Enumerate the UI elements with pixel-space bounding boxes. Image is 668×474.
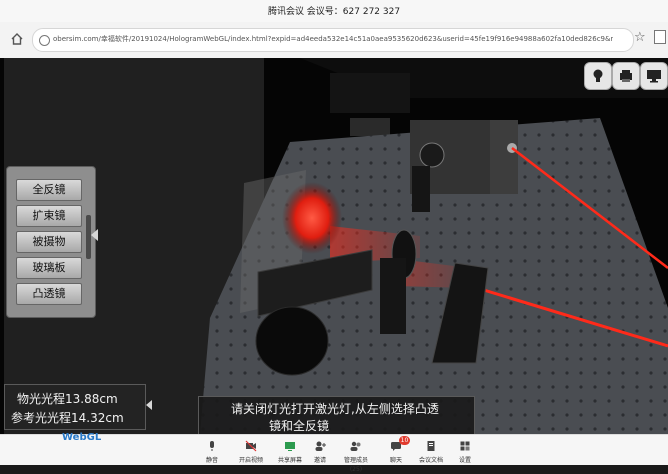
optical-path-info: 物光光程13.88cm 参考光光程14.32cm xyxy=(4,384,146,430)
members-icon xyxy=(350,441,361,451)
monitor-button[interactable] xyxy=(640,62,668,90)
component-beam-expander[interactable]: 扩束镜 xyxy=(16,205,82,227)
site-info-icon[interactable] xyxy=(39,35,50,46)
component-convex-lens[interactable]: 凸透镜 xyxy=(16,283,82,305)
mute-button[interactable]: 静音 xyxy=(195,437,229,464)
webgl-label: WebGL xyxy=(62,432,102,443)
address-bar[interactable]: obersim.com/幸福软件/20191024/HologramWebGL/… xyxy=(32,28,634,52)
hologram-glow xyxy=(282,182,342,254)
instruction-box: 请关闭灯光打开激光灯,从左侧选择凸透 镜和全反镜 xyxy=(198,396,475,434)
printer-icon xyxy=(620,70,632,82)
instruction-line-1: 请关闭灯光打开激光灯,从左侧选择凸透 xyxy=(231,402,439,416)
document-icon xyxy=(427,441,435,451)
share-screen-button[interactable]: 共享屏幕 xyxy=(273,437,307,464)
video-button[interactable]: 开启视频 xyxy=(234,437,268,464)
extensions-icon[interactable] xyxy=(654,30,666,44)
members-label: 管理成员(25) xyxy=(343,457,368,473)
camera-icon xyxy=(245,440,257,452)
url-text: obersim.com/幸福软件/20191024/HologramWebGL/… xyxy=(53,35,613,43)
webgl-scene[interactable]: 全反镜 扩束镜 被摄物 玻璃板 凸透镜 物光光程13.88cm 参考光光程14.… xyxy=(0,58,668,434)
component-panel: 全反镜 扩束镜 被摄物 玻璃板 凸透镜 xyxy=(6,166,96,318)
mic-icon xyxy=(210,441,214,451)
home-icon[interactable] xyxy=(10,32,24,46)
panel-collapse-arrow-icon[interactable] xyxy=(91,229,98,241)
bulb-button[interactable] xyxy=(584,62,612,90)
printer-button[interactable] xyxy=(612,62,640,90)
bulb-icon xyxy=(593,69,603,82)
object-path-length: 物光光程13.88cm xyxy=(17,392,118,406)
settings-icon xyxy=(460,441,470,451)
component-glass-plate[interactable]: 玻璃板 xyxy=(16,257,82,279)
reference-path-length: 参考光光程14.32cm xyxy=(11,411,124,425)
browser-toolbar: obersim.com/幸福软件/20191024/HologramWebGL/… xyxy=(0,22,668,59)
settings-button[interactable]: 设置 xyxy=(448,437,482,464)
monitor-icon xyxy=(647,70,661,83)
info-collapse-arrow-icon[interactable] xyxy=(146,400,152,410)
bookmark-star-icon[interactable]: ☆ xyxy=(634,30,646,45)
component-full-mirror[interactable]: 全反镜 xyxy=(16,179,82,201)
documents-button[interactable]: 会议文档 xyxy=(414,437,448,464)
instruction-line-2: 镜和全反镜 xyxy=(269,419,330,433)
invite-button[interactable]: 邀请 xyxy=(303,437,337,464)
invite-icon xyxy=(315,441,326,451)
component-object[interactable]: 被摄物 xyxy=(16,231,82,253)
chat-button[interactable]: 聊天 10 xyxy=(379,436,413,464)
scene-render xyxy=(4,58,668,434)
meeting-title-bar: 腾讯会议 会议号：627 272 327 xyxy=(0,0,668,23)
share-screen-icon xyxy=(285,442,295,451)
members-button[interactable]: 管理成员(25) xyxy=(338,437,374,473)
meeting-title: 腾讯会议 会议号：627 272 327 xyxy=(267,7,401,17)
chat-unread-badge: 10 xyxy=(399,436,410,445)
